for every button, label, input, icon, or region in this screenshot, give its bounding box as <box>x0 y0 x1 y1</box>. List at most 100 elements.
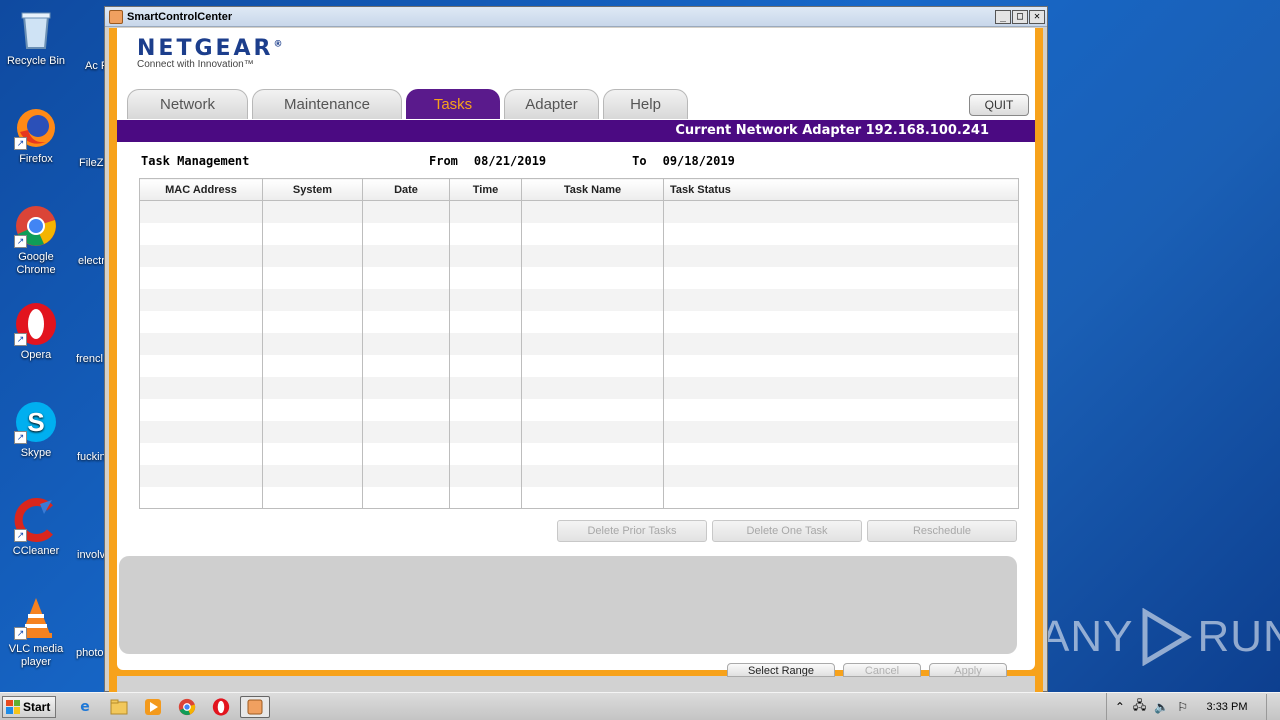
chrome-icon[interactable] <box>172 696 202 718</box>
ie-icon[interactable]: e <box>70 696 100 718</box>
tab-help[interactable]: Help <box>603 89 688 119</box>
table-row[interactable] <box>139 222 1019 245</box>
apply-button[interactable]: Apply <box>929 663 1007 677</box>
footer-bar <box>117 676 1035 692</box>
window-titlebar[interactable]: SmartControlCenter _ □ ✕ <box>105 7 1047 27</box>
start-button[interactable]: Start <box>2 695 56 718</box>
show-hidden-icons-icon[interactable]: ⌃ <box>1115 700 1125 714</box>
ccleaner-icon: ↗ <box>14 498 58 542</box>
select-range-button[interactable]: Select Range <box>727 663 835 677</box>
quit-button[interactable]: QUIT <box>969 94 1029 116</box>
taskbar-pinned: e <box>70 695 270 718</box>
table-row[interactable] <box>139 486 1019 509</box>
close-button[interactable]: ✕ <box>1029 9 1045 24</box>
taskbar: Start e ⌃ 🖧 🔈 ⚐ 3:33 PM <box>0 692 1280 720</box>
shortcut-arrow-icon: ↗ <box>14 333 27 346</box>
task-table: MAC Address System Date Time Task Name T… <box>139 178 1019 509</box>
recycle-bin-icon <box>14 8 58 52</box>
table-row[interactable] <box>139 376 1019 399</box>
show-desktop-button[interactable] <box>1266 693 1280 720</box>
network-icon[interactable]: 🖧 <box>1133 696 1146 717</box>
column-header-mac[interactable]: MAC Address <box>139 178 263 201</box>
desktop-icon-partial[interactable]: frencl <box>76 353 103 365</box>
column-header-system[interactable]: System <box>262 178 363 201</box>
task-actions: Delete Prior Tasks Delete One Task Resch… <box>557 520 1017 542</box>
desktop-icon-vlc[interactable]: ↗ VLC media player <box>0 596 72 669</box>
desktop-icon-label: Firefox <box>19 153 53 165</box>
desktop-icon-ccleaner[interactable]: ↗ CCleaner <box>0 498 72 558</box>
table-row[interactable] <box>139 398 1019 421</box>
table-row[interactable] <box>139 200 1019 223</box>
tab-network[interactable]: Network <box>127 89 248 119</box>
desktop-icon-opera[interactable]: ↗ Opera <box>0 302 72 362</box>
windows-logo-icon <box>6 699 20 714</box>
desktop-icon-label: CCleaner <box>12 545 60 557</box>
desktop-icon-label: Google Chrome <box>16 251 56 276</box>
desktop-icon-skype[interactable]: S ↗ Skype <box>0 400 72 460</box>
date-range: From 08/21/2019 To 09/18/2019 <box>429 154 735 168</box>
table-row[interactable] <box>139 464 1019 487</box>
tasks-panel: Task Management From 08/21/2019 To 09/18… <box>117 142 1035 670</box>
table-row[interactable] <box>139 332 1019 355</box>
column-header-date[interactable]: Date <box>362 178 450 201</box>
from-date[interactable]: 08/21/2019 <box>474 154 546 168</box>
desktop-icon-partial[interactable]: fuckin <box>77 451 106 463</box>
from-label: From <box>429 154 458 168</box>
table-row[interactable] <box>139 288 1019 311</box>
cancel-button[interactable]: Cancel <box>843 663 921 677</box>
desktop-icon-chrome[interactable]: ↗ Google Chrome <box>0 204 72 277</box>
opera-icon[interactable] <box>206 696 236 718</box>
app-icon <box>109 9 123 24</box>
desktop-icon-partial[interactable]: involv <box>77 549 105 561</box>
reschedule-button[interactable]: Reschedule <box>867 520 1017 542</box>
column-header-time[interactable]: Time <box>449 178 522 201</box>
table-row[interactable] <box>139 244 1019 267</box>
tab-adapter[interactable]: Adapter <box>504 89 599 119</box>
vlc-icon: ↗ <box>14 596 58 640</box>
to-date[interactable]: 09/18/2019 <box>663 154 735 168</box>
shortcut-arrow-icon: ↗ <box>14 431 27 444</box>
svg-text:S: S <box>27 407 44 437</box>
chrome-icon: ↗ <box>14 204 58 248</box>
window-title: SmartControlCenter <box>127 10 233 23</box>
start-label: Start <box>23 699 51 714</box>
smartcontrolcenter-icon[interactable] <box>240 695 270 718</box>
desktop-icon-label: VLC media player <box>8 643 64 668</box>
volume-icon[interactable]: 🔈 <box>1154 700 1169 714</box>
maximize-button[interactable]: □ <box>1012 9 1028 24</box>
task-table-body <box>139 200 1019 509</box>
play-icon <box>1142 608 1193 666</box>
brand-name: NETGEAR <box>137 36 274 61</box>
desktop-icon-partial[interactable]: photo <box>76 647 104 659</box>
explorer-icon[interactable] <box>104 696 134 718</box>
to-label: To <box>632 154 647 168</box>
table-row[interactable] <box>139 310 1019 333</box>
media-player-icon[interactable] <box>138 696 168 718</box>
desktop-icon-label: Opera <box>20 349 52 361</box>
desktop-icon-partial[interactable]: electr <box>78 255 105 267</box>
delete-prior-tasks-button[interactable]: Delete Prior Tasks <box>557 520 707 542</box>
task-management-heading: Task Management <box>141 154 250 168</box>
column-header-task-status[interactable]: Task Status <box>663 178 1019 201</box>
shortcut-arrow-icon: ↗ <box>14 627 27 640</box>
desktop-icon-partial[interactable]: FileZi <box>79 157 106 169</box>
action-center-flag-icon[interactable]: ⚐ <box>1177 700 1188 714</box>
desktop-icon-label: Skype <box>20 447 52 459</box>
minimize-button[interactable]: _ <box>995 9 1011 24</box>
clock[interactable]: 3:33 PM <box>1196 701 1258 713</box>
table-row[interactable] <box>139 266 1019 289</box>
table-row[interactable] <box>139 354 1019 377</box>
anyrun-watermark: ANY RUN <box>1040 608 1280 666</box>
desktop-icon-firefox[interactable]: ↗ Firefox <box>0 106 72 166</box>
header-area: NETGEAR® Connect with Innovation™ Networ… <box>117 28 1035 120</box>
system-tray: ⌃ 🖧 🔈 ⚐ 3:33 PM <box>1105 692 1280 720</box>
tab-tasks[interactable]: Tasks <box>406 89 500 119</box>
tab-maintenance[interactable]: Maintenance <box>252 89 402 119</box>
desktop-icon-recycle-bin[interactable]: Recycle Bin <box>0 8 72 68</box>
shortcut-arrow-icon: ↗ <box>14 137 27 150</box>
table-row[interactable] <box>139 442 1019 465</box>
table-row[interactable] <box>139 420 1019 443</box>
column-header-task-name[interactable]: Task Name <box>521 178 664 201</box>
shortcut-arrow-icon: ↗ <box>14 235 27 248</box>
delete-one-task-button[interactable]: Delete One Task <box>712 520 862 542</box>
